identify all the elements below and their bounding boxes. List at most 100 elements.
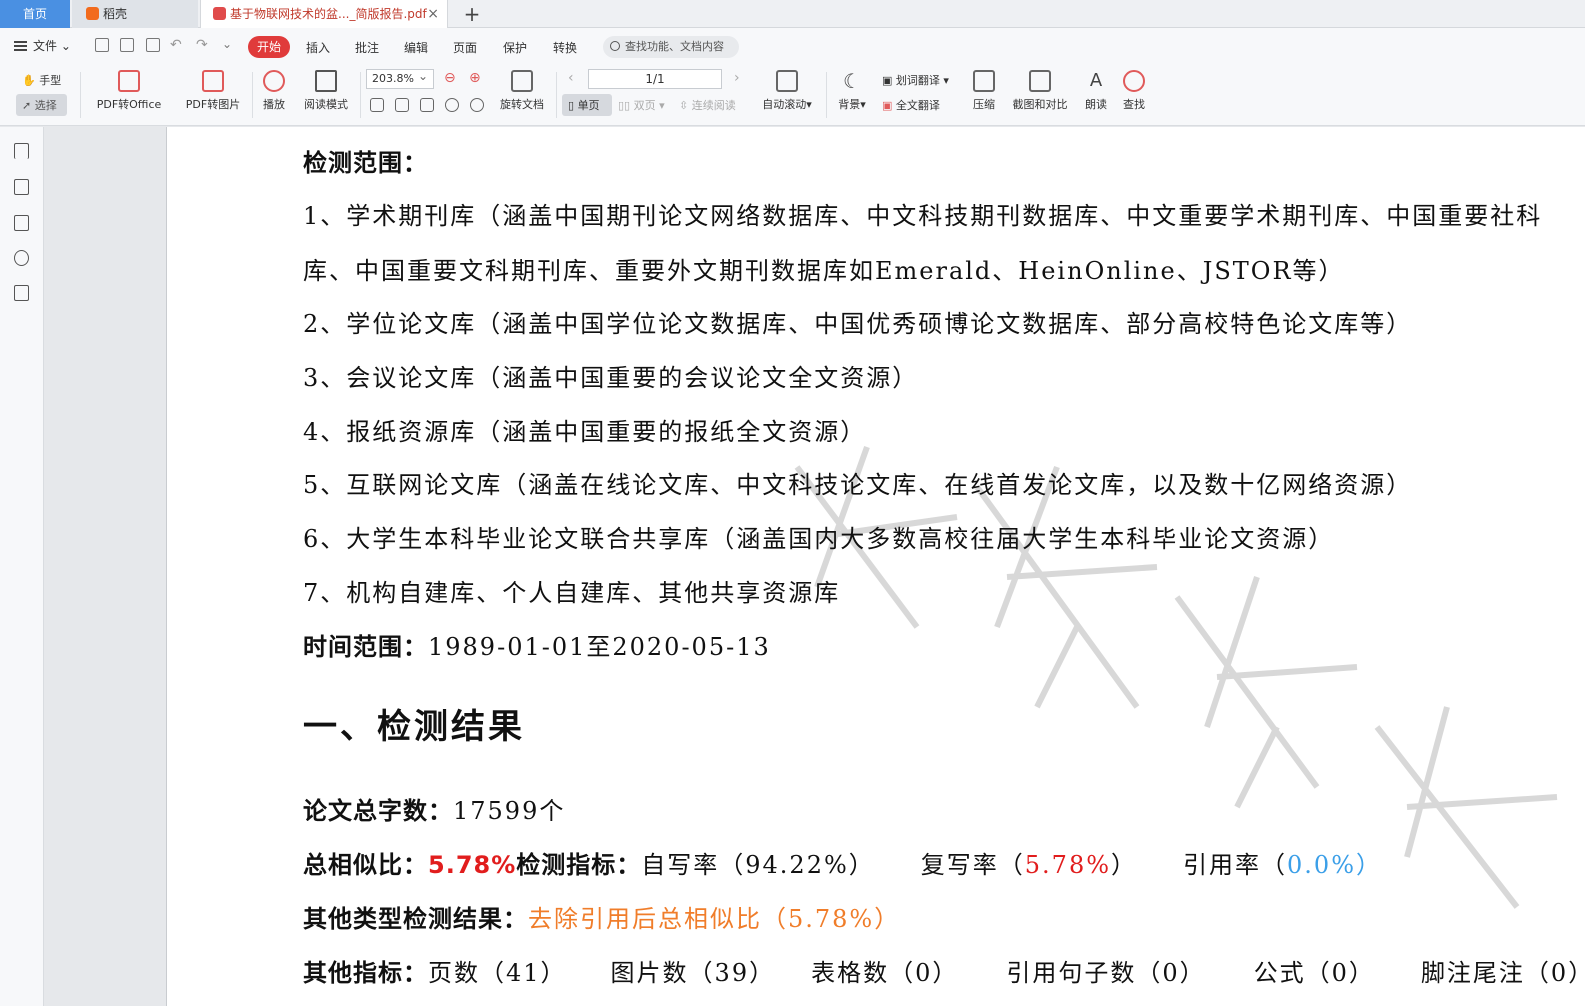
- comment-icon[interactable]: [14, 215, 29, 231]
- word-count-value: 17599个: [453, 797, 566, 825]
- tab-daoke-label: 稻壳: [103, 7, 128, 21]
- cite-value: 0.0%: [1287, 851, 1357, 879]
- undo-icon[interactable]: ↶: [170, 37, 182, 53]
- other-type-label: 其他类型检测结果：: [303, 905, 528, 933]
- cite-suffix: ）: [1356, 851, 1383, 879]
- cited-sentence-count: 引用句子数（0）: [1006, 959, 1206, 987]
- full-translate-button[interactable]: ▣ 全文翻译: [882, 97, 940, 113]
- formula-count: 公式（0）: [1253, 959, 1375, 987]
- prev-page-icon[interactable]: ‹: [568, 70, 574, 86]
- next-page-icon[interactable]: ›: [734, 70, 740, 86]
- thumbnail-icon[interactable]: [14, 179, 29, 195]
- moon-icon: ☾: [843, 69, 861, 93]
- screenshot-compare-button[interactable]: 截图和对比: [1008, 70, 1072, 112]
- book-icon: [315, 70, 337, 92]
- tab-start[interactable]: 开始: [248, 36, 290, 58]
- double-page-icon: ▯▯: [618, 99, 631, 112]
- tab-insert[interactable]: 插入: [306, 39, 330, 56]
- other-type-value: 去除引用后总相似比（5.78%）: [528, 905, 901, 933]
- single-page-label: 单页: [577, 99, 600, 112]
- rotate-left-icon[interactable]: [445, 98, 459, 112]
- separator: [252, 72, 253, 118]
- cursor-icon: ➚: [22, 99, 32, 112]
- full-translate-label: 全文翻译: [895, 99, 940, 112]
- read-mode-button[interactable]: 阅读模式: [300, 70, 352, 112]
- page-count: 页数（41）: [428, 959, 567, 987]
- select-tool-label: 选择: [34, 99, 57, 112]
- word-translate-label: 划词翻译: [895, 74, 940, 87]
- other-index-label: 其他指标：: [303, 959, 428, 987]
- signature-icon[interactable]: [14, 285, 29, 301]
- compress-label: 压缩: [973, 98, 995, 111]
- play-button[interactable]: 播放: [258, 70, 290, 112]
- read-aloud-icon: A: [1089, 70, 1103, 91]
- bookmark-icon[interactable]: [14, 143, 29, 159]
- read-aloud-label: 朗读: [1085, 98, 1107, 111]
- tab-daoke[interactable]: 稻壳: [72, 0, 198, 28]
- quick-access-more-icon[interactable]: ⌄: [222, 37, 232, 51]
- read-aloud-button[interactable]: A 朗读: [1080, 70, 1112, 112]
- file-menu-label: 文件: [33, 39, 58, 53]
- page-number-input[interactable]: 1/1: [588, 69, 722, 89]
- pdf-to-office-icon: [118, 70, 140, 92]
- chevron-down-icon: ▾: [806, 98, 812, 111]
- hand-icon: ✋: [22, 74, 36, 87]
- zoom-in-icon[interactable]: ⊕: [469, 70, 481, 86]
- pdf-to-image-label: PDF转图片: [185, 98, 241, 111]
- tab-convert[interactable]: 转换: [553, 39, 577, 56]
- scope-label: 检测范围：: [303, 149, 428, 177]
- rotate-document-button[interactable]: 旋转文档: [496, 70, 548, 112]
- continuous-read-label: 连续阅读: [691, 99, 736, 112]
- rotate-document-icon: [511, 70, 533, 92]
- auto-scroll-button[interactable]: 自动滚动▾: [756, 70, 818, 112]
- fit-page-icon[interactable]: [395, 98, 409, 112]
- tab-document[interactable]: 基于物联网技术的盆..._简版报告.pdf ×: [200, 0, 448, 28]
- new-tab-button[interactable]: +: [460, 0, 484, 28]
- hand-tool-button[interactable]: ✋ 手型: [22, 72, 61, 88]
- actual-size-icon[interactable]: [370, 98, 384, 112]
- tab-protect[interactable]: 保护: [503, 39, 527, 56]
- save-icon[interactable]: [120, 38, 134, 52]
- background-button[interactable]: ☾ 背景▾: [834, 70, 870, 112]
- pdf-to-image-button[interactable]: PDF转图片: [182, 70, 244, 112]
- background-label: 背景: [838, 98, 861, 111]
- separator: [826, 72, 827, 118]
- find-button[interactable]: 查找: [1118, 70, 1150, 112]
- rewrite-suffix: ）: [1111, 851, 1138, 879]
- single-page-button[interactable]: ▯ 单页: [568, 97, 600, 113]
- tab-edit[interactable]: 编辑: [404, 39, 428, 56]
- continuous-read-button[interactable]: ⇳ 连续阅读: [679, 97, 736, 113]
- scope-item: 4、报纸资源库（涵盖中国重要的报纸全文资源）: [303, 418, 867, 446]
- file-menu[interactable]: 文件 ⌄: [14, 37, 71, 54]
- menu-bar: 文件 ⌄ ↶ ↷ ⌄ 开始 插入 批注 编辑 页面 保护 转换 查找功能、文档内…: [0, 28, 1585, 64]
- continuous-icon: ⇳: [679, 99, 689, 112]
- compress-button[interactable]: 压缩: [966, 70, 1002, 112]
- tab-annotate[interactable]: 批注: [355, 39, 379, 56]
- select-tool-button[interactable]: ➚ 选择: [22, 97, 57, 113]
- tab-home[interactable]: 首页: [0, 0, 70, 28]
- rewrite-value: 5.78%: [1024, 851, 1112, 879]
- play-icon: [263, 70, 285, 92]
- left-sidebar: [0, 127, 44, 1006]
- document-viewport[interactable]: 检测范围： 1、学术期刊库（涵盖中国期刊论文网络数据库、中文科技期刊数据库、中文…: [45, 127, 1585, 1006]
- double-page-button[interactable]: ▯▯ 双页 ▾: [618, 97, 665, 113]
- word-translate-button[interactable]: ▣ 划词翻译 ▾: [882, 72, 949, 88]
- fit-width-icon[interactable]: [420, 98, 434, 112]
- search-input[interactable]: 查找功能、文档内容: [603, 36, 739, 58]
- attachment-icon[interactable]: [14, 250, 29, 266]
- search-icon: [610, 41, 620, 51]
- pdf-page: 检测范围： 1、学术期刊库（涵盖中国期刊论文网络数据库、中文科技期刊数据库、中文…: [166, 127, 1585, 1006]
- rotate-right-icon[interactable]: [470, 98, 484, 112]
- tab-page[interactable]: 页面: [453, 39, 477, 56]
- redo-icon[interactable]: ↷: [196, 37, 208, 53]
- self-write-rate: 自写率（94.22%）: [641, 851, 875, 879]
- pdf-file-icon: [213, 7, 226, 20]
- open-folder-icon[interactable]: [95, 38, 109, 52]
- close-icon[interactable]: ×: [427, 0, 439, 28]
- print-icon[interactable]: [146, 38, 160, 52]
- double-page-label: 双页: [633, 99, 656, 112]
- zoom-out-icon[interactable]: ⊖: [444, 70, 456, 86]
- pdf-to-office-button[interactable]: PDF转Office: [90, 70, 168, 112]
- zoom-select[interactable]: 203.8%: [366, 67, 434, 89]
- scope-item: 7、机构自建库、个人自建库、其他共享资源库: [303, 579, 841, 607]
